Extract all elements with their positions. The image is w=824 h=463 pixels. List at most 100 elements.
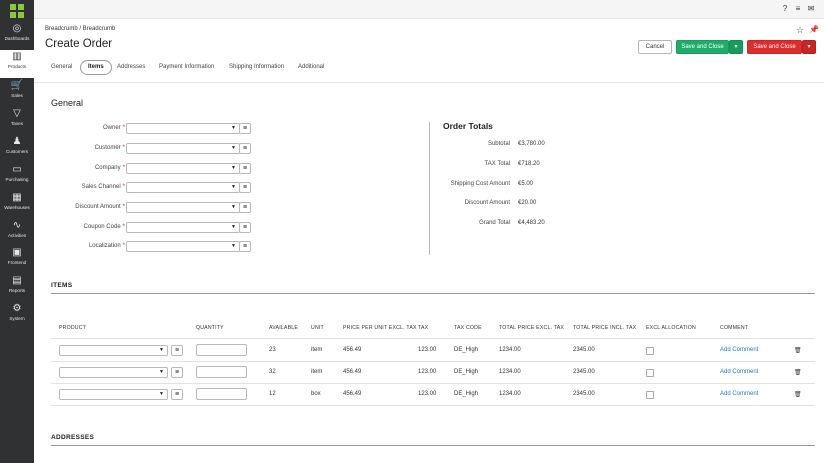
company-list-button[interactable]: ≡ xyxy=(239,163,251,174)
row-divider xyxy=(51,405,815,406)
sales-channel-list-button[interactable]: ≡ xyxy=(239,182,251,193)
tax-total-label: TAX Total xyxy=(484,161,510,167)
filter-icon: ▽ xyxy=(13,108,21,119)
column-header: AVAILABLE xyxy=(269,325,298,331)
sidebar-item-system[interactable]: ⚙ System xyxy=(0,302,34,330)
tab-items[interactable]: Items xyxy=(80,60,112,75)
add-comment-link[interactable]: Add Comment xyxy=(720,347,758,353)
sidebar-item-products[interactable]: ▥ Products xyxy=(0,50,34,78)
menu-icon[interactable]: ≡ xyxy=(793,4,803,14)
trash-icon[interactable]: 🗑 xyxy=(794,391,802,398)
owner-label: Owner * xyxy=(102,125,125,131)
sidebar-item-purchasing[interactable]: ▭ Purchasing xyxy=(0,163,34,191)
sidebar-item-label: System xyxy=(9,316,25,321)
save-options-dropdown[interactable]: ▾ xyxy=(729,40,743,54)
sidebar-item-customers[interactable]: ♟ Customers xyxy=(0,135,34,163)
discount-amount-label: Discount Amount * xyxy=(75,204,125,210)
chevron-down-icon: ▼ xyxy=(159,369,164,375)
tab-additional[interactable]: Additional xyxy=(298,64,324,70)
price-cell: 456.49 xyxy=(343,391,362,397)
product-list-button[interactable]: ≡ xyxy=(171,389,183,400)
sidebar-item-label: Purchasing xyxy=(5,177,29,182)
save-alt-options-dropdown[interactable]: ▾ xyxy=(802,40,816,54)
company-select[interactable]: ▼ xyxy=(126,163,240,174)
column-header: QUANTITY xyxy=(196,325,224,331)
sidebar-item-sales[interactable]: 🛒 Sales xyxy=(0,79,34,107)
unit-cell: item xyxy=(311,369,323,375)
customer-list-button[interactable]: ≡ xyxy=(239,143,251,154)
localization-select[interactable]: ▼ xyxy=(126,241,240,252)
trash-icon[interactable]: 🗑 xyxy=(794,347,802,354)
addresses-section-title: ADDRESSES xyxy=(51,434,95,441)
owner-list-button[interactable]: ≡ xyxy=(239,123,251,134)
owner-select[interactable]: ▼ xyxy=(126,123,240,134)
coupon-code-list-button[interactable]: ≡ xyxy=(239,222,251,233)
total-excl-cell: 1234.00 xyxy=(499,391,521,397)
save-and-close-button[interactable]: Save and Close xyxy=(676,40,729,54)
pin-icon[interactable]: 📌 xyxy=(809,25,819,34)
tabs-divider xyxy=(34,82,824,83)
price-cell: 456.49 xyxy=(343,369,362,375)
tab-shipping-information[interactable]: Shipping Information xyxy=(229,64,284,70)
sidebar-item-frontend[interactable]: ▣ Frontend xyxy=(0,246,34,274)
tab-general[interactable]: General xyxy=(51,64,72,70)
coupon-code-select[interactable]: ▼ xyxy=(126,222,240,233)
sidebar-item-taxes[interactable]: ▽ Taxes xyxy=(0,107,34,135)
total-incl-cell: 2345.00 xyxy=(573,347,595,353)
items-section-title: ITEMS xyxy=(51,282,73,289)
quantity-input[interactable] xyxy=(196,344,247,356)
app-logo[interactable] xyxy=(10,4,24,18)
tax-code-cell: DE_High xyxy=(454,391,479,397)
help-icon[interactable]: ? xyxy=(780,4,790,14)
grand-total-label: Grand Total xyxy=(479,220,510,226)
tab-payment-information[interactable]: Payment Information xyxy=(159,64,214,70)
localization-list-button[interactable]: ≡ xyxy=(239,241,251,252)
tab-addresses[interactable]: Addresses xyxy=(117,64,145,70)
chevron-down-icon: ▼ xyxy=(231,165,236,171)
tax-total-value: €718.20 xyxy=(518,161,540,167)
discount-amount-list-button[interactable]: ≡ xyxy=(239,202,251,213)
save-and-close-alt-button[interactable]: Save and Close xyxy=(747,40,802,54)
quantity-input[interactable] xyxy=(196,366,247,378)
clipboard-icon: ▤ xyxy=(12,275,22,286)
total-excl-cell: 1234.00 xyxy=(499,347,521,353)
available-cell: 32 xyxy=(269,369,276,375)
shipping-cost-label: Shipping Cost Amount xyxy=(450,181,510,187)
trash-icon[interactable]: 🗑 xyxy=(794,369,802,376)
sidebar-item-reports[interactable]: ▤ Reports xyxy=(0,274,34,302)
inbox-icon: ▭ xyxy=(12,164,22,175)
customer-select[interactable]: ▼ xyxy=(126,143,240,154)
sidebar-item-label: Dashboards xyxy=(4,36,30,41)
sales-channel-select[interactable]: ▼ xyxy=(126,182,240,193)
mail-icon[interactable]: ✉ xyxy=(806,4,816,14)
product-list-button[interactable]: ≡ xyxy=(171,345,183,356)
customer-label: Customer * xyxy=(94,145,125,151)
product-select[interactable]: ▼ xyxy=(59,389,168,400)
cancel-button[interactable]: Cancel xyxy=(638,40,672,54)
tax-cell: 123.00 xyxy=(418,347,437,353)
subtotal-value: €3,780.00 xyxy=(518,141,545,147)
product-select[interactable]: ▼ xyxy=(59,367,168,378)
row-divider xyxy=(51,361,815,362)
star-icon[interactable]: ☆ xyxy=(796,25,804,36)
add-comment-link[interactable]: Add Comment xyxy=(720,369,758,375)
add-comment-link[interactable]: Add Comment xyxy=(720,391,758,397)
available-cell: 23 xyxy=(269,347,276,353)
sidebar-item-activities[interactable]: ∿ Activities xyxy=(0,219,34,247)
sales-channel-label: Sales Channel * xyxy=(81,184,125,190)
price-cell: 456.49 xyxy=(343,347,362,353)
unit-cell: box xyxy=(311,391,321,397)
breadcrumb[interactable]: Breadcrumb / Breadcrumb xyxy=(45,26,115,32)
product-select[interactable]: ▼ xyxy=(59,345,168,356)
sidebar-item-label: Frontend xyxy=(7,260,27,265)
window-icon: ▣ xyxy=(12,247,22,258)
sidebar-item-dashboards[interactable]: ◎ Dashboards xyxy=(0,22,34,50)
discount-amount-select[interactable]: ▼ xyxy=(126,202,240,213)
product-list-button[interactable]: ≡ xyxy=(171,367,183,378)
company-label: Company * xyxy=(94,165,125,171)
sidebar-item-warehouses[interactable]: ▦ Warehouses xyxy=(0,191,34,219)
excl-allocation-checkbox[interactable] xyxy=(646,347,654,355)
excl-allocation-checkbox[interactable] xyxy=(646,391,654,399)
excl-allocation-checkbox[interactable] xyxy=(646,369,654,377)
quantity-input[interactable] xyxy=(196,388,247,400)
